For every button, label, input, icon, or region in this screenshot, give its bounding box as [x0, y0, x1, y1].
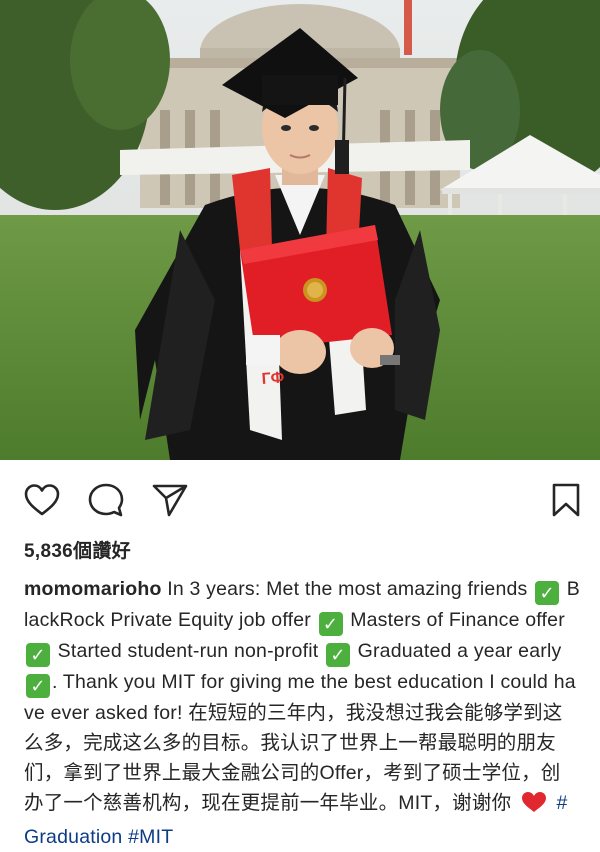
- post-photo[interactable]: ГФ: [0, 0, 600, 460]
- comment-bubble-icon: [88, 483, 124, 517]
- caption-text: In 3 years: Met the most amazing friends: [161, 578, 534, 600]
- share-button[interactable]: [150, 480, 190, 520]
- check-mark-emoji: ✓: [535, 581, 560, 605]
- check-mark-emoji: ✓: [325, 643, 350, 667]
- caption-text: Masters of Finance offer: [344, 609, 565, 631]
- check-mark-emoji: ✓: [318, 612, 343, 636]
- check-mark-emoji: ✓: [26, 643, 50, 667]
- caption-text: Graduated a year early: [351, 640, 562, 662]
- paper-plane-icon: [152, 484, 188, 517]
- username-link[interactable]: momomarioho: [24, 578, 162, 600]
- comment-button[interactable]: [86, 480, 126, 520]
- caption-text: Started student-run non-profit: [52, 640, 324, 662]
- post-caption: momomarioho In 3 years: Met the most ama…: [24, 574, 580, 852]
- caption-text: . Thank you MIT for giving me the best e…: [24, 671, 576, 814]
- svg-text:ГФ: ГФ: [261, 369, 285, 388]
- heart-outline-icon: [24, 484, 60, 516]
- red-heart-emoji: [521, 791, 547, 822]
- post-action-bar: [0, 460, 600, 532]
- hashtag-link[interactable]: #MIT: [128, 826, 173, 848]
- check-mark-emoji: ✓: [26, 674, 50, 698]
- like-button[interactable]: [22, 480, 62, 520]
- graduation-photo: ГФ: [0, 0, 600, 460]
- like-count[interactable]: 5,836個讚好: [24, 536, 131, 563]
- bookmark-icon: [552, 483, 580, 517]
- save-button[interactable]: [546, 480, 586, 520]
